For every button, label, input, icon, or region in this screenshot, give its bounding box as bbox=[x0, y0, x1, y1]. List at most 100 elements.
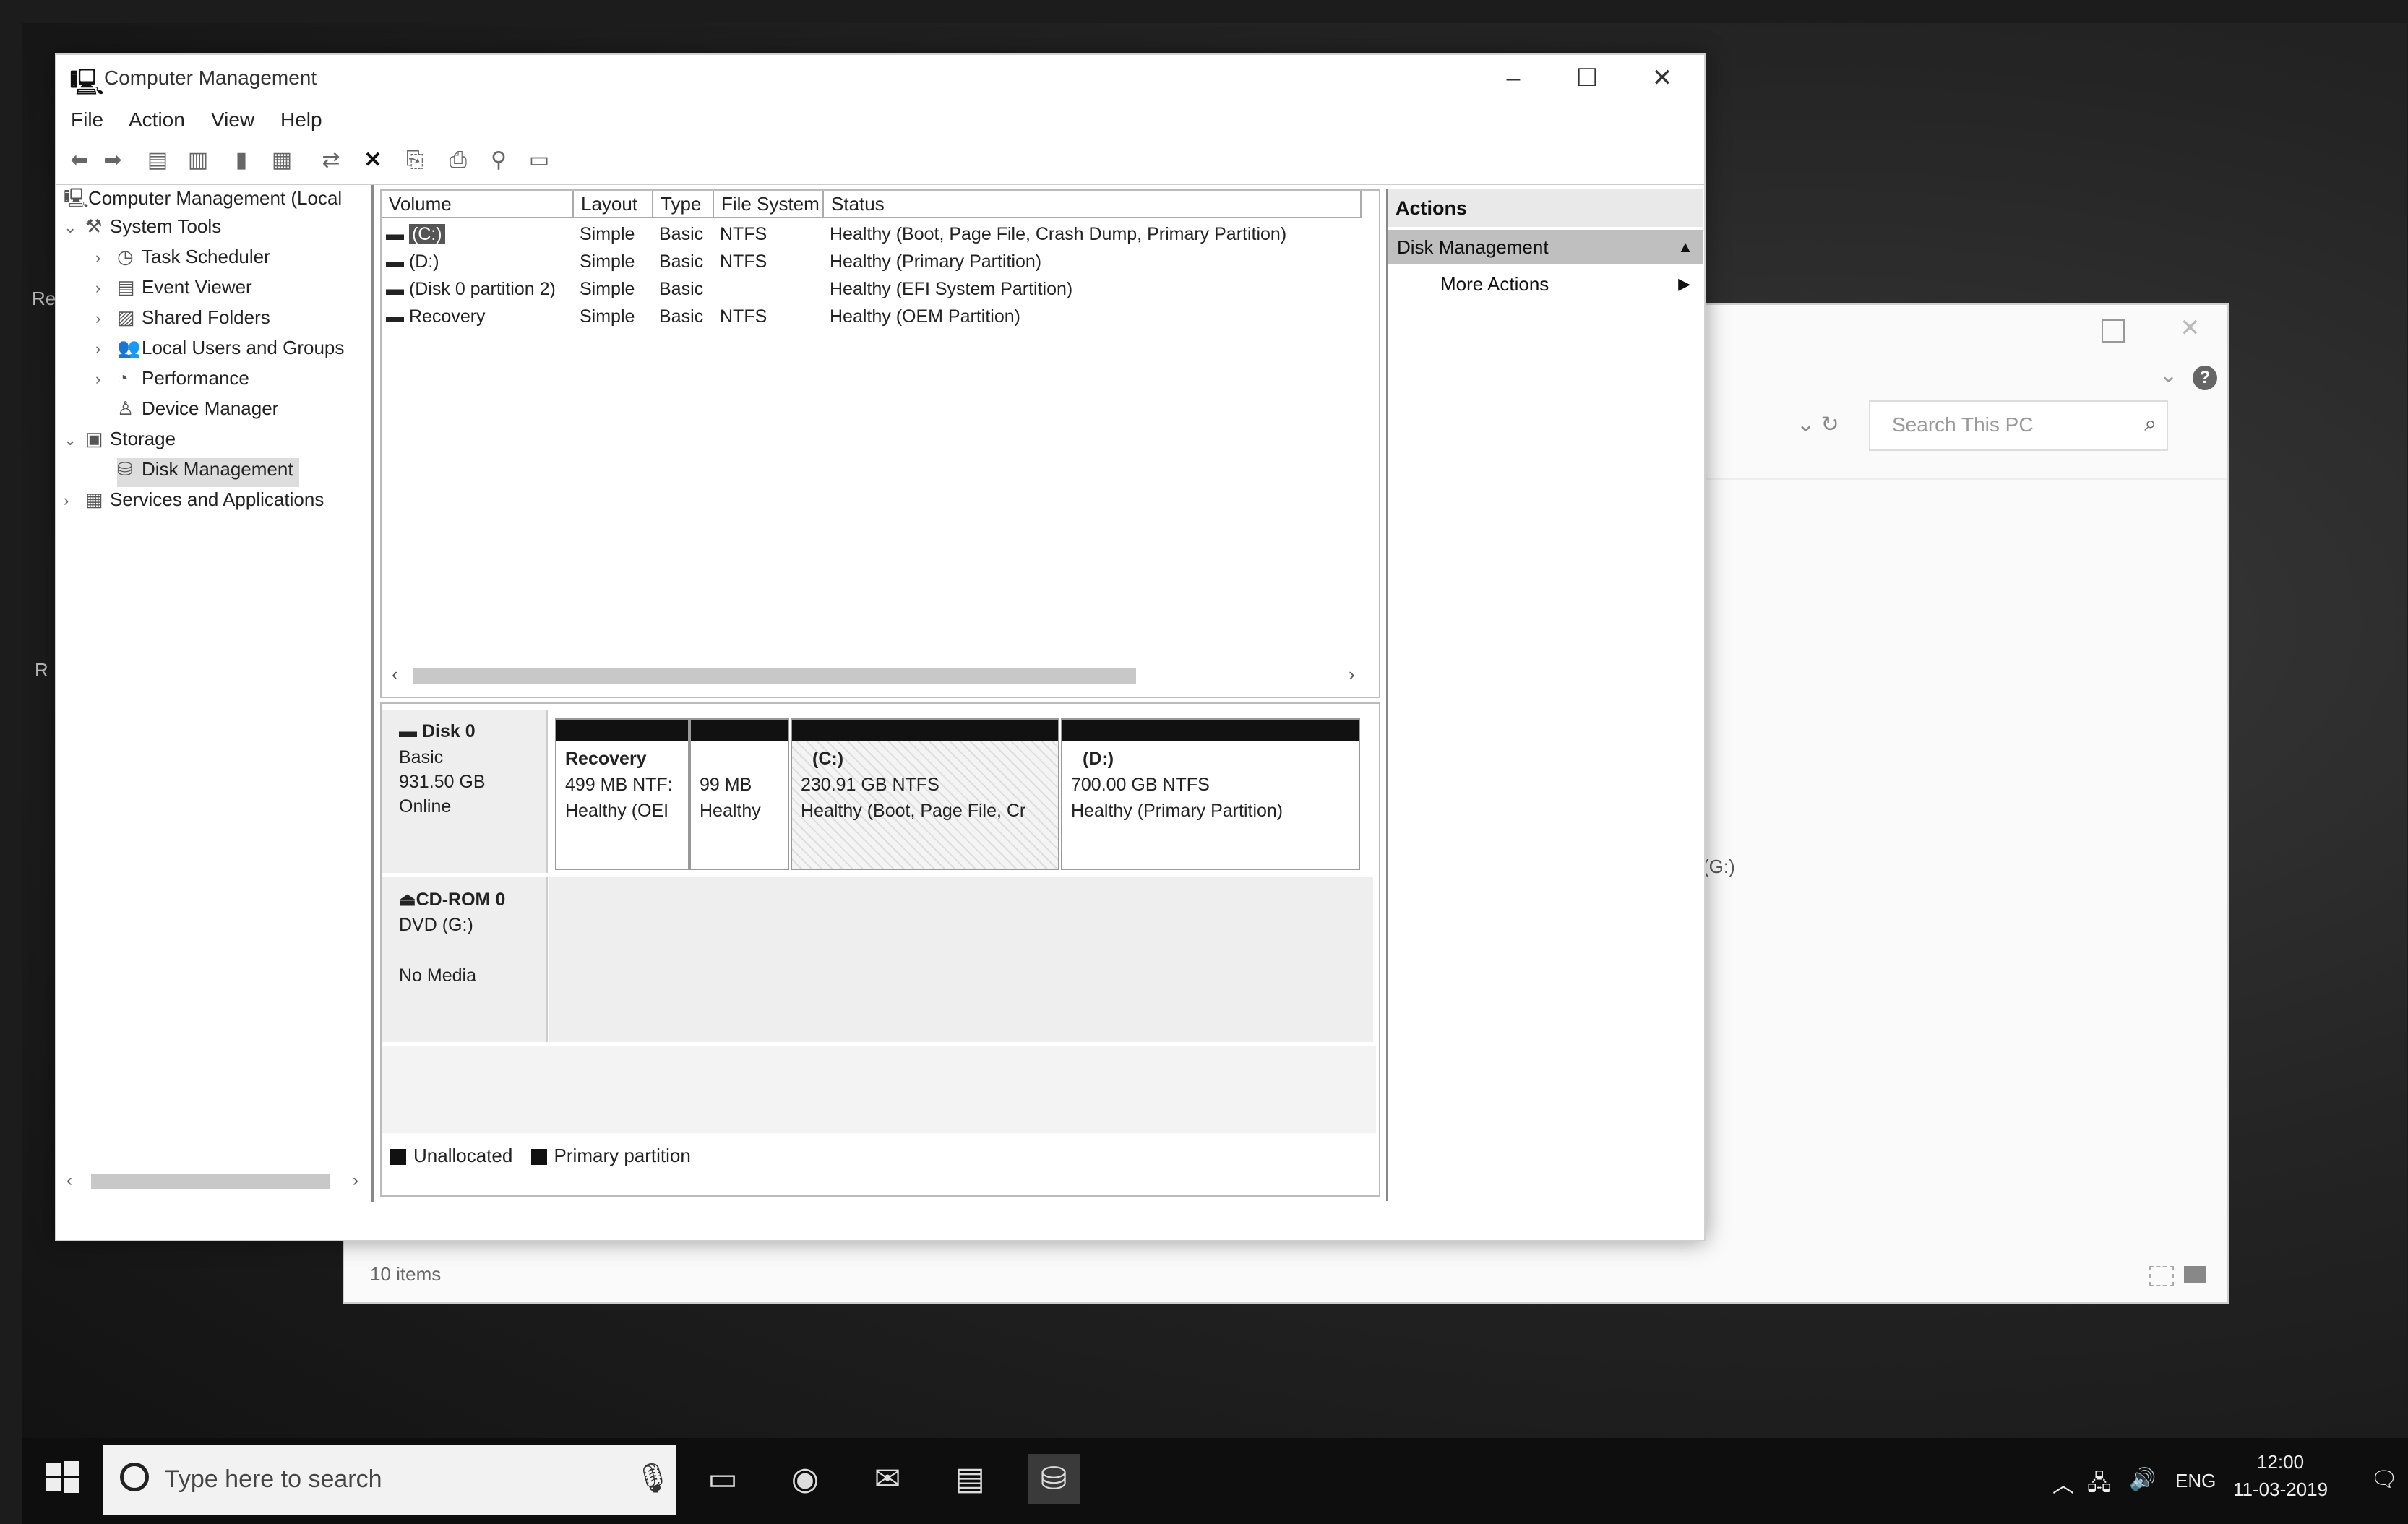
tree-item-event-viewer[interactable]: › ▤ Event Viewer bbox=[95, 276, 252, 305]
tree-item-local-users-and-groups[interactable]: › 👥Local Users and Groups bbox=[95, 337, 344, 366]
show-hide-tree-icon[interactable]: ▥ bbox=[184, 146, 212, 175]
column-header-file-system[interactable]: File System bbox=[714, 191, 824, 218]
column-header-volume[interactable]: Volume bbox=[382, 191, 574, 218]
partition-efi[interactable]: 99 MB Healthy bbox=[689, 718, 789, 870]
tree-item-computer-management[interactable]: 🖳Computer Management (Local bbox=[64, 185, 342, 214]
tree-item-performance[interactable]: › ◔ Performance bbox=[95, 367, 249, 396]
word-taskbar-icon[interactable]: ▤ bbox=[944, 1454, 996, 1504]
chevron-right-icon[interactable]: › bbox=[64, 491, 85, 510]
partition-recovery[interactable]: Recovery 499 MB NTF: Healthy (OEI bbox=[555, 718, 689, 870]
maximize-icon[interactable] bbox=[2102, 319, 2125, 343]
chevron-right-icon[interactable]: › bbox=[95, 340, 117, 358]
chevron-right-icon[interactable]: › bbox=[95, 279, 117, 298]
large-icons-view-icon[interactable] bbox=[2184, 1266, 2206, 1283]
tree-horizontal-scrollbar[interactable]: ‹ › bbox=[66, 1171, 370, 1192]
volume-icon[interactable]: 🔊 bbox=[2129, 1467, 2156, 1492]
window-title: Computer Management bbox=[104, 66, 317, 89]
computer-management-window[interactable]: 🖳 Computer Management – ☐ ✕ File Action … bbox=[55, 53, 1706, 1241]
disk-name-text: Disk 0 bbox=[421, 721, 476, 741]
settings-icon[interactable]: ▭ bbox=[525, 146, 554, 175]
scroll-right-icon[interactable]: › bbox=[1349, 663, 1355, 686]
tree-item-storage[interactable]: ⌄ ▣ Storage bbox=[64, 428, 176, 457]
menu-view[interactable]: View bbox=[211, 108, 254, 132]
partition-c[interactable]: (C:) 230.91 GB NTFS Healthy (Boot, Page … bbox=[791, 718, 1059, 870]
tree-item-disk-management[interactable]: ⛁ Disk Management bbox=[117, 458, 299, 487]
status-bar-item-count: 10 items bbox=[370, 1263, 442, 1285]
scrollbar-thumb[interactable] bbox=[413, 668, 1136, 684]
microphone-icon[interactable]: 🎙 bbox=[635, 1461, 671, 1495]
column-header-type[interactable]: Type bbox=[653, 191, 714, 218]
column-header-layout[interactable]: Layout bbox=[574, 191, 653, 218]
menu-help[interactable]: Help bbox=[280, 108, 322, 132]
taskbar-search-box[interactable]: Type here to search 🎙 bbox=[103, 1445, 676, 1515]
volume-cell: ▬ (D:) bbox=[386, 251, 439, 272]
chevron-down-icon[interactable]: ⌄ bbox=[64, 218, 85, 237]
users-icon: 👥 bbox=[117, 337, 141, 358]
delete-icon[interactable]: ✕ bbox=[358, 146, 387, 175]
type-cell: Basic bbox=[659, 279, 704, 299]
back-icon[interactable]: ⬅ bbox=[65, 146, 94, 175]
primary-partition-swatch bbox=[530, 1149, 547, 1166]
close-button[interactable]: ✕ bbox=[1627, 61, 1697, 95]
show-hidden-icons-icon[interactable]: ︿ bbox=[2052, 1467, 2074, 1499]
tree-item-task-scheduler[interactable]: › ◷ Task Scheduler bbox=[95, 246, 270, 275]
chevron-right-icon[interactable]: › bbox=[95, 249, 117, 267]
desktop-icon-label: Re bbox=[32, 288, 56, 309]
details-view-icon[interactable] bbox=[2149, 1266, 2174, 1286]
close-icon[interactable]: ✕ bbox=[2180, 314, 2201, 343]
help-icon[interactable]: ▦ bbox=[267, 146, 296, 175]
maximize-button[interactable]: ☐ bbox=[1552, 61, 1622, 95]
file-explorer-taskbar-icon[interactable]: ▭ bbox=[697, 1454, 749, 1504]
scroll-left-icon[interactable]: ‹ bbox=[66, 1171, 72, 1191]
chrome-taskbar-icon[interactable]: ◉ bbox=[779, 1454, 831, 1504]
tree-item-device-manager[interactable]: ♙ Device Manager bbox=[117, 397, 278, 426]
actions-section-disk-management[interactable]: Disk Management ▲ bbox=[1388, 230, 1703, 264]
chevron-right-icon[interactable]: › bbox=[95, 309, 117, 328]
layout-cell: Simple bbox=[580, 224, 635, 244]
more-actions-item[interactable]: More Actions ▶ bbox=[1388, 266, 1703, 302]
minimize-button[interactable]: – bbox=[1479, 61, 1548, 95]
language-indicator[interactable]: ENG bbox=[2175, 1470, 2216, 1492]
properties-icon[interactable]: ▮ bbox=[227, 146, 256, 175]
forward-icon[interactable]: ➡ bbox=[98, 146, 127, 175]
chevron-down-icon[interactable]: ⌄ bbox=[2159, 363, 2177, 388]
disk-0-label[interactable]: ▬ Disk 0 Basic 931.50 GB Online bbox=[382, 710, 548, 873]
search-box[interactable]: Search This PC ⌕ bbox=[1869, 400, 2168, 451]
status-cell: Healthy (Primary Partition) bbox=[830, 251, 1042, 272]
connect-icon[interactable]: ⇄ bbox=[317, 146, 345, 175]
computer-management-taskbar-icon[interactable]: ⛁ bbox=[1028, 1454, 1080, 1504]
rescan-icon[interactable]: ⎘ bbox=[400, 146, 429, 175]
title-bar[interactable]: 🖳 Computer Management – ☐ ✕ bbox=[56, 55, 1704, 101]
check-icon[interactable]: ⎙ bbox=[444, 146, 473, 175]
refresh-icon[interactable]: ⌄ ↻ bbox=[1797, 412, 1839, 437]
mail-taskbar-icon[interactable]: ✉ bbox=[861, 1454, 913, 1504]
network-icon[interactable]: 🖧 bbox=[2087, 1467, 2111, 1504]
clock[interactable]: 12:00 11-03-2019 bbox=[2233, 1448, 2328, 1503]
volume-name: (Disk 0 partition 2) bbox=[408, 279, 556, 299]
tree-item-label: Storage bbox=[110, 428, 176, 449]
scroll-right-icon[interactable]: › bbox=[353, 1171, 358, 1191]
action-center-icon[interactable]: 🗨 bbox=[2370, 1467, 2398, 1492]
chevron-right-icon[interactable]: › bbox=[95, 370, 117, 389]
status-cell: Healthy (EFI System Partition) bbox=[830, 279, 1073, 299]
menu-file[interactable]: File bbox=[71, 108, 103, 132]
scroll-left-icon[interactable]: ‹ bbox=[392, 663, 398, 686]
collapse-icon[interactable]: ▲ bbox=[1677, 230, 1693, 264]
help-icon[interactable]: ? bbox=[2193, 366, 2217, 390]
up-level-icon[interactable]: ▤ bbox=[143, 146, 172, 175]
windows-start-icon[interactable] bbox=[39, 1452, 87, 1500]
cdrom-0-label[interactable]: ⏏CD-ROM 0 DVD (G:) No Media bbox=[382, 877, 548, 1042]
chevron-down-icon[interactable]: ⌄ bbox=[64, 431, 85, 449]
volume-list-horizontal-scrollbar[interactable]: ‹ › bbox=[387, 663, 1370, 686]
tree-item-services-and-applications[interactable]: › ▦ Services and Applications bbox=[64, 488, 324, 517]
column-header-status[interactable]: Status bbox=[824, 191, 1362, 218]
tree-item-label: Device Manager bbox=[142, 397, 279, 419]
partition-d[interactable]: (D:) 700.00 GB NTFS Healthy (Primary Par… bbox=[1061, 718, 1360, 870]
scrollbar-thumb[interactable] bbox=[91, 1174, 330, 1189]
tree-item-label: System Tools bbox=[110, 215, 222, 237]
tree-item-system-tools[interactable]: ⌄ ⚒ System Tools bbox=[64, 215, 221, 244]
menu-action[interactable]: Action bbox=[129, 108, 185, 132]
search-volume-icon[interactable]: ⚲ bbox=[484, 146, 513, 175]
tree-item-shared-folders[interactable]: › ▨ Shared Folders bbox=[95, 306, 270, 335]
tree-item-label: Disk Management bbox=[142, 458, 293, 480]
